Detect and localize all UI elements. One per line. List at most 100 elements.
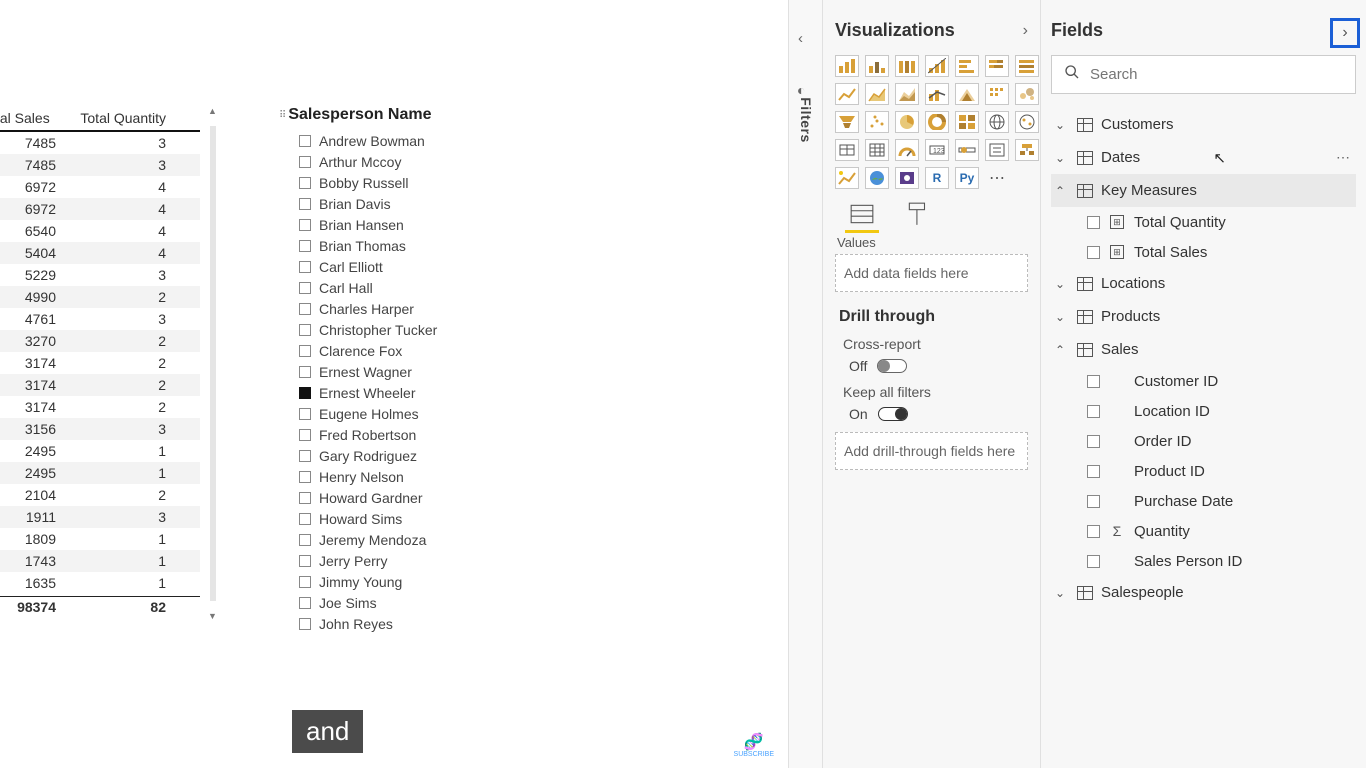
viz-tile[interactable]: [865, 55, 889, 77]
checkbox-icon[interactable]: [1087, 375, 1100, 388]
checkbox-icon[interactable]: [299, 408, 311, 420]
format-tab-icon[interactable]: [905, 201, 931, 227]
field-item[interactable]: ⊞Total Sales: [1051, 237, 1356, 267]
checkbox-icon[interactable]: [299, 492, 311, 504]
viz-tile-r[interactable]: R: [925, 167, 949, 189]
viz-tile[interactable]: [1015, 111, 1039, 133]
fields-search-input[interactable]: [1090, 66, 1343, 83]
table-row[interactable]: 17431: [0, 550, 200, 572]
table-row[interactable]: 74853: [0, 132, 200, 154]
checkbox-icon[interactable]: [299, 219, 311, 231]
checkbox-icon[interactable]: [299, 135, 311, 147]
viz-more-icon[interactable]: ⋯: [985, 167, 1009, 189]
column-header-quantity[interactable]: Total Quantity: [62, 106, 172, 130]
table-salespeople[interactable]: ⌄ Salespeople: [1051, 576, 1356, 609]
checkbox-icon[interactable]: [299, 450, 311, 462]
slicer-item[interactable]: Carl Elliott: [299, 256, 559, 277]
chevron-right-icon[interactable]: ›: [1023, 22, 1028, 40]
keep-all-filters-toggle[interactable]: [878, 407, 908, 421]
viz-tile[interactable]: [835, 139, 859, 161]
viz-tile[interactable]: [955, 83, 979, 105]
table-row[interactable]: 24951: [0, 462, 200, 484]
filters-pane-collapsed[interactable]: ‹ ◐ Filters: [788, 0, 822, 768]
checkbox-icon[interactable]: [1087, 435, 1100, 448]
table-row[interactable]: 32702: [0, 330, 200, 352]
table-customers[interactable]: ⌄ Customers: [1051, 108, 1356, 141]
slicer-item[interactable]: Carl Hall: [299, 277, 559, 298]
viz-tile[interactable]: [895, 83, 919, 105]
field-item[interactable]: ΣSales Person ID: [1051, 546, 1356, 576]
field-item[interactable]: ΣPurchase Date: [1051, 486, 1356, 516]
viz-tile[interactable]: 123: [925, 139, 949, 161]
table-row[interactable]: 69724: [0, 176, 200, 198]
viz-tile[interactable]: [925, 83, 949, 105]
viz-tile[interactable]: [835, 55, 859, 77]
slicer-item[interactable]: Brian Thomas: [299, 235, 559, 256]
scroll-up-icon[interactable]: ▲: [208, 106, 217, 116]
slicer-item[interactable]: Bobby Russell: [299, 172, 559, 193]
slicer-item[interactable]: Joe Sims: [299, 592, 559, 613]
slicer-item[interactable]: Howard Sims: [299, 508, 559, 529]
field-item[interactable]: ΣLocation ID: [1051, 396, 1356, 426]
table-products[interactable]: ⌄ Products: [1051, 300, 1356, 333]
viz-tile[interactable]: [895, 167, 919, 189]
checkbox-icon[interactable]: [299, 261, 311, 273]
slicer-item[interactable]: Christopher Tucker: [299, 319, 559, 340]
table-row[interactable]: 24951: [0, 440, 200, 462]
table-row[interactable]: 49902: [0, 286, 200, 308]
viz-tile[interactable]: [955, 55, 979, 77]
checkbox-icon[interactable]: [299, 177, 311, 189]
field-item[interactable]: ⊞Total Quantity: [1051, 207, 1356, 237]
viz-tile[interactable]: [835, 167, 859, 189]
field-item[interactable]: ΣCustomer ID: [1051, 366, 1356, 396]
viz-tile-py[interactable]: Py: [955, 167, 979, 189]
table-row[interactable]: 74853: [0, 154, 200, 176]
checkbox-icon[interactable]: [1087, 465, 1100, 478]
slicer-item[interactable]: Henry Nelson: [299, 466, 559, 487]
table-row[interactable]: 16351: [0, 572, 200, 594]
viz-tile[interactable]: [925, 55, 949, 77]
slicer-item[interactable]: Clarence Fox: [299, 340, 559, 361]
viz-tile[interactable]: [985, 139, 1009, 161]
checkbox-icon[interactable]: [299, 387, 311, 399]
slicer-item[interactable]: Arthur Mccoy: [299, 151, 559, 172]
checkbox-icon[interactable]: [1087, 246, 1100, 259]
viz-tile[interactable]: [1015, 139, 1039, 161]
checkbox-icon[interactable]: [299, 555, 311, 567]
checkbox-icon[interactable]: [299, 240, 311, 252]
field-item[interactable]: ΣQuantity: [1051, 516, 1356, 546]
table-dates[interactable]: ⌄ Dates ↖ ⋯: [1051, 141, 1356, 174]
table-sales[interactable]: ⌃ Sales: [1051, 333, 1356, 366]
table-row[interactable]: 21042: [0, 484, 200, 506]
checkbox-icon[interactable]: [299, 156, 311, 168]
checkbox-icon[interactable]: [299, 513, 311, 525]
table-row[interactable]: 31563: [0, 418, 200, 440]
viz-tile[interactable]: [865, 83, 889, 105]
slicer-item[interactable]: Jerry Perry: [299, 550, 559, 571]
table-locations[interactable]: ⌄ Locations: [1051, 267, 1356, 300]
viz-tile[interactable]: [925, 111, 949, 133]
checkbox-icon[interactable]: [1087, 495, 1100, 508]
scroll-down-icon[interactable]: ▼: [208, 611, 217, 621]
viz-tile[interactable]: [985, 55, 1009, 77]
table-row[interactable]: 52293: [0, 264, 200, 286]
slicer-item[interactable]: Howard Gardner: [299, 487, 559, 508]
viz-tile[interactable]: [865, 111, 889, 133]
viz-tile[interactable]: [895, 111, 919, 133]
checkbox-icon[interactable]: [299, 471, 311, 483]
table-key-measures[interactable]: ⌃ Key Measures: [1051, 174, 1356, 207]
table-row[interactable]: 31742: [0, 374, 200, 396]
table-row[interactable]: 31742: [0, 396, 200, 418]
slicer-item[interactable]: Fred Robertson: [299, 424, 559, 445]
cross-report-toggle[interactable]: [877, 359, 907, 373]
checkbox-icon[interactable]: [299, 618, 311, 630]
viz-tile[interactable]: [835, 111, 859, 133]
report-canvas[interactable]: tal Sales Total Quantity 748537485369724…: [0, 0, 788, 768]
checkbox-icon[interactable]: [299, 303, 311, 315]
checkbox-icon[interactable]: [299, 429, 311, 441]
table-scrollbar[interactable]: ▲ ▼: [208, 106, 218, 621]
table-visual[interactable]: tal Sales Total Quantity 748537485369724…: [0, 106, 200, 617]
table-row[interactable]: 65404: [0, 220, 200, 242]
slicer-item[interactable]: Andrew Bowman: [299, 130, 559, 151]
more-icon[interactable]: ⋯: [1336, 149, 1350, 166]
